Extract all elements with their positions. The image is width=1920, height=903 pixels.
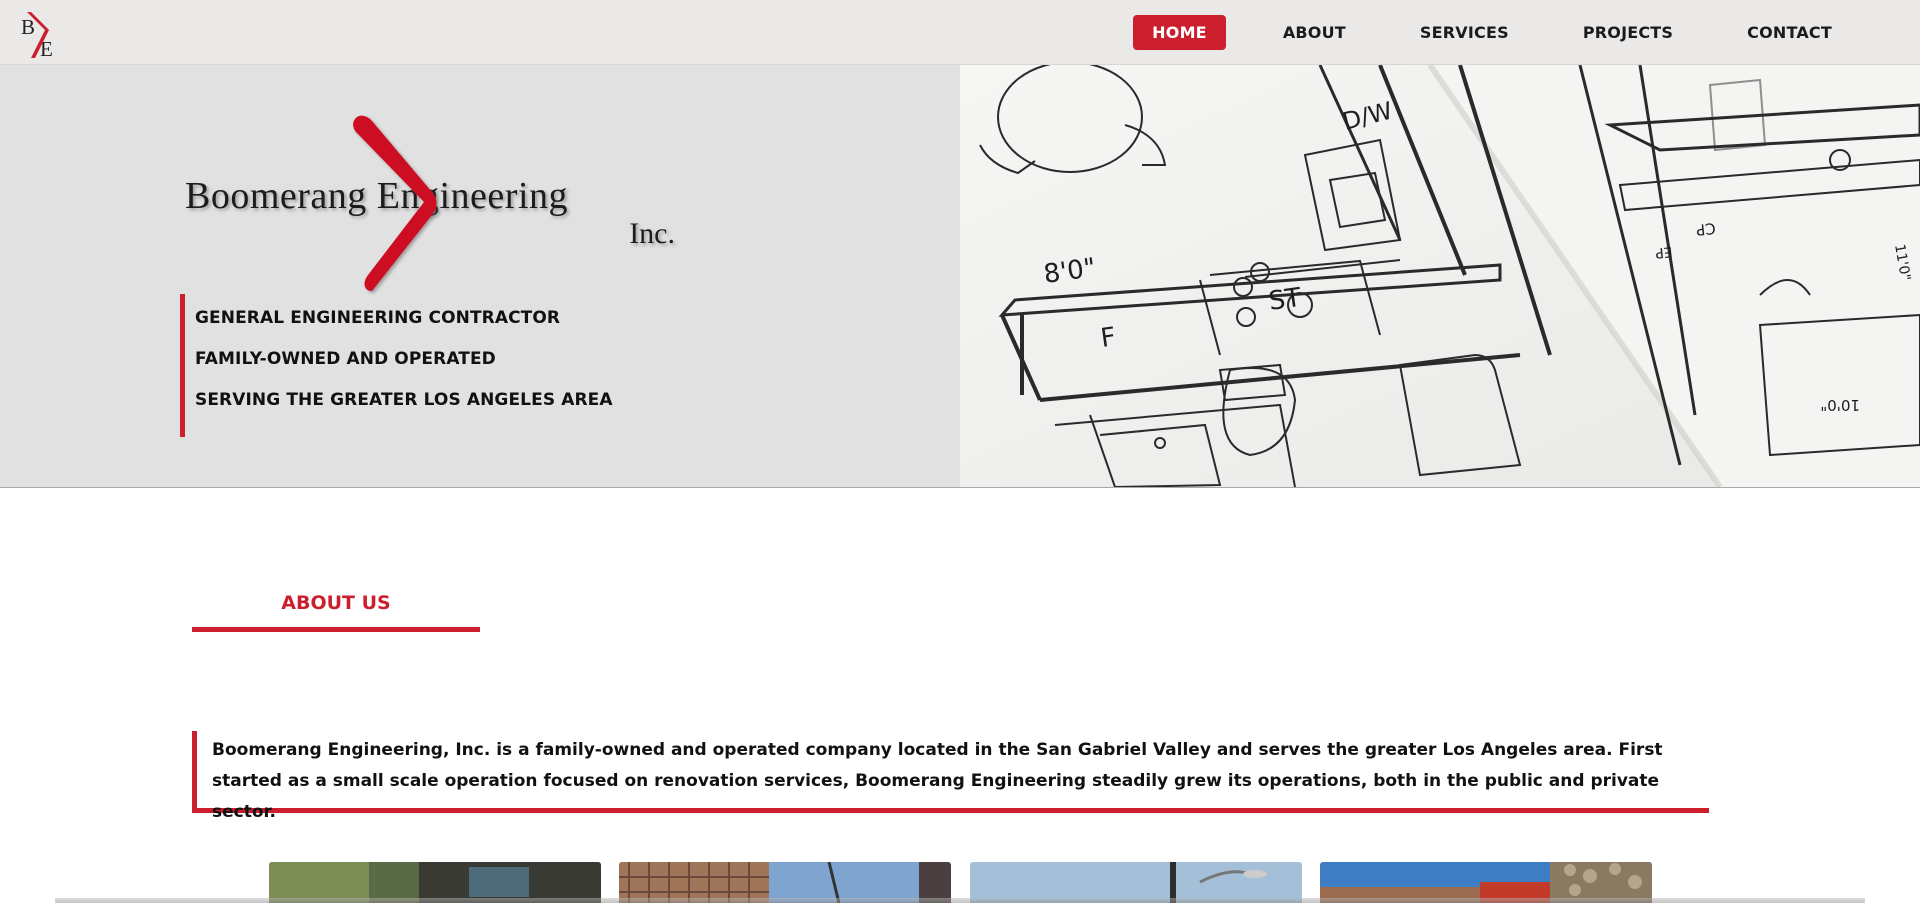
blueprint-label-cp: CP: [1695, 219, 1716, 239]
tagline-box: GENERAL ENGINEERING CONTRACTOR FAMILY-OW…: [180, 294, 700, 437]
nav-services-link[interactable]: SERVICES: [1401, 15, 1528, 50]
blueprint-label-ten-ft: 10'0": [1820, 396, 1860, 414]
blueprint-label-ep: EP: [1654, 243, 1673, 261]
project-thumbnail[interactable]: [269, 862, 601, 903]
top-nav: B E HOME ABOUT SERVICES PROJECTS CONTACT: [0, 0, 1920, 65]
logo-company-name: Boomerang Engineering: [185, 175, 568, 217]
nav-about-link[interactable]: ABOUT: [1264, 15, 1365, 50]
tagline-contractor: GENERAL ENGINEERING CONTRACTOR: [195, 308, 561, 328]
company-logo: Boomerang Engineering Inc.: [185, 115, 675, 292]
logo-letter-b: B: [21, 15, 35, 39]
nav-logo-icon[interactable]: B E: [18, 8, 62, 62]
project-thumbnail[interactable]: [970, 862, 1302, 903]
nav-contact-link[interactable]: CONTACT: [1728, 15, 1851, 50]
project-thumbnail[interactable]: [619, 862, 951, 903]
project-thumbnails: [0, 862, 1920, 903]
about-us-heading: ABOUT US: [281, 592, 391, 614]
blueprint-image: D/W 8'0" F ST CP EP 10'0" 11'0": [960, 65, 1920, 487]
about-description: Boomerang Engineering, Inc. is a family-…: [212, 740, 1663, 822]
about-text-box: Boomerang Engineering, Inc. is a family-…: [192, 731, 1709, 822]
about-heading-block: ABOUT US: [192, 590, 480, 632]
nav-home-link[interactable]: HOME: [1133, 15, 1226, 50]
project-thumbnail[interactable]: [1320, 862, 1652, 903]
tagline-service-area: SERVING THE GREATER LOS ANGELES AREA: [195, 390, 613, 410]
blueprint-label-st: ST: [1267, 283, 1303, 317]
logo-company-suffix: Inc.: [629, 217, 675, 250]
content-shadow: [55, 898, 1865, 903]
tagline-family-owned: FAMILY-OWNED AND OPERATED: [195, 349, 496, 369]
nav-projects-link[interactable]: PROJECTS: [1564, 15, 1692, 50]
hero-section: Boomerang Engineering Inc. GENERAL ENGIN…: [0, 65, 1920, 488]
nav-menu: HOME ABOUT SERVICES PROJECTS CONTACT: [1133, 0, 1920, 65]
